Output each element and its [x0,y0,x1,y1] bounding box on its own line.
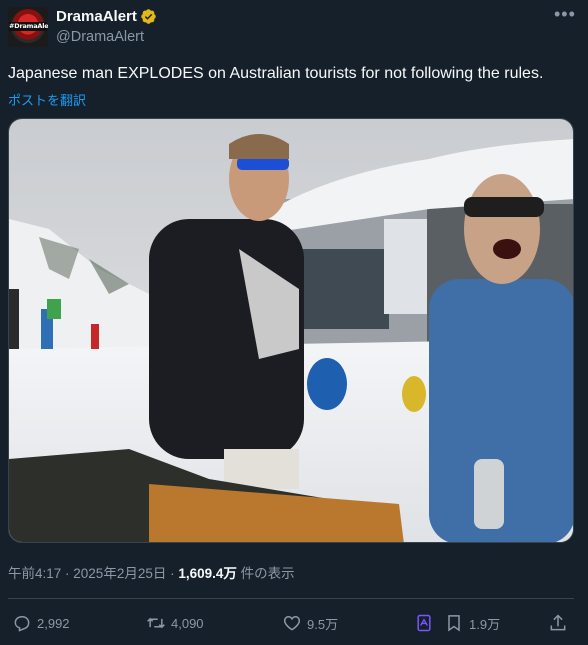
tweet-meta: 午前4:17 · 2025年2月25日 · 1,609.4万 件の表示 [8,562,295,582]
reply-count: 2,992 [37,615,70,631]
share-icon [550,614,566,631]
divider [8,598,574,599]
like-count: 9.5万 [307,616,339,632]
avatar[interactable]: #DramaAlert [8,7,48,47]
heart-icon [283,615,301,631]
more-options-icon[interactable]: ••• [554,4,576,25]
bookmark-count: 1.9万 [469,616,501,632]
reply-button[interactable]: 2,992 [12,609,70,637]
retweet-icon [147,617,165,629]
author-handle[interactable]: @DramaAlert [56,29,144,45]
meta-separator: · [61,566,74,581]
bookmark-button[interactable]: 1.9万 [444,609,500,637]
retweet-button[interactable]: 4,090 [146,609,204,637]
meta-separator-2: · [166,566,179,581]
view-count: 1,609.4万 [178,566,237,581]
tweet-time[interactable]: 午前4:17 [8,566,61,581]
tweet-date[interactable]: 2025年2月25日 [73,566,166,581]
author-display-name[interactable]: DramaAlert [56,8,137,25]
video-frame [9,119,573,542]
avatar-logo-text: #DramaAlert [9,22,48,31]
like-button[interactable]: 9.5万 [282,609,338,637]
reply-icon [14,616,30,632]
translate-link[interactable]: ポストを翻訳 [8,90,86,109]
share-button[interactable] [548,609,573,637]
action-bar: 2,992 4,090 9.5万 1.9万 [0,609,588,637]
grok-button[interactable] [414,609,439,637]
grok-icon [417,614,431,632]
retweet-count: 4,090 [171,615,204,631]
tweet-text: Japanese man EXPLODES on Australian tour… [8,65,544,82]
tweet-video[interactable] [8,118,574,543]
verified-badge-icon[interactable] [140,8,157,25]
view-count-label: 件の表示 [236,566,295,581]
author-name-row: DramaAlert [56,8,157,25]
bookmark-icon [448,615,460,632]
